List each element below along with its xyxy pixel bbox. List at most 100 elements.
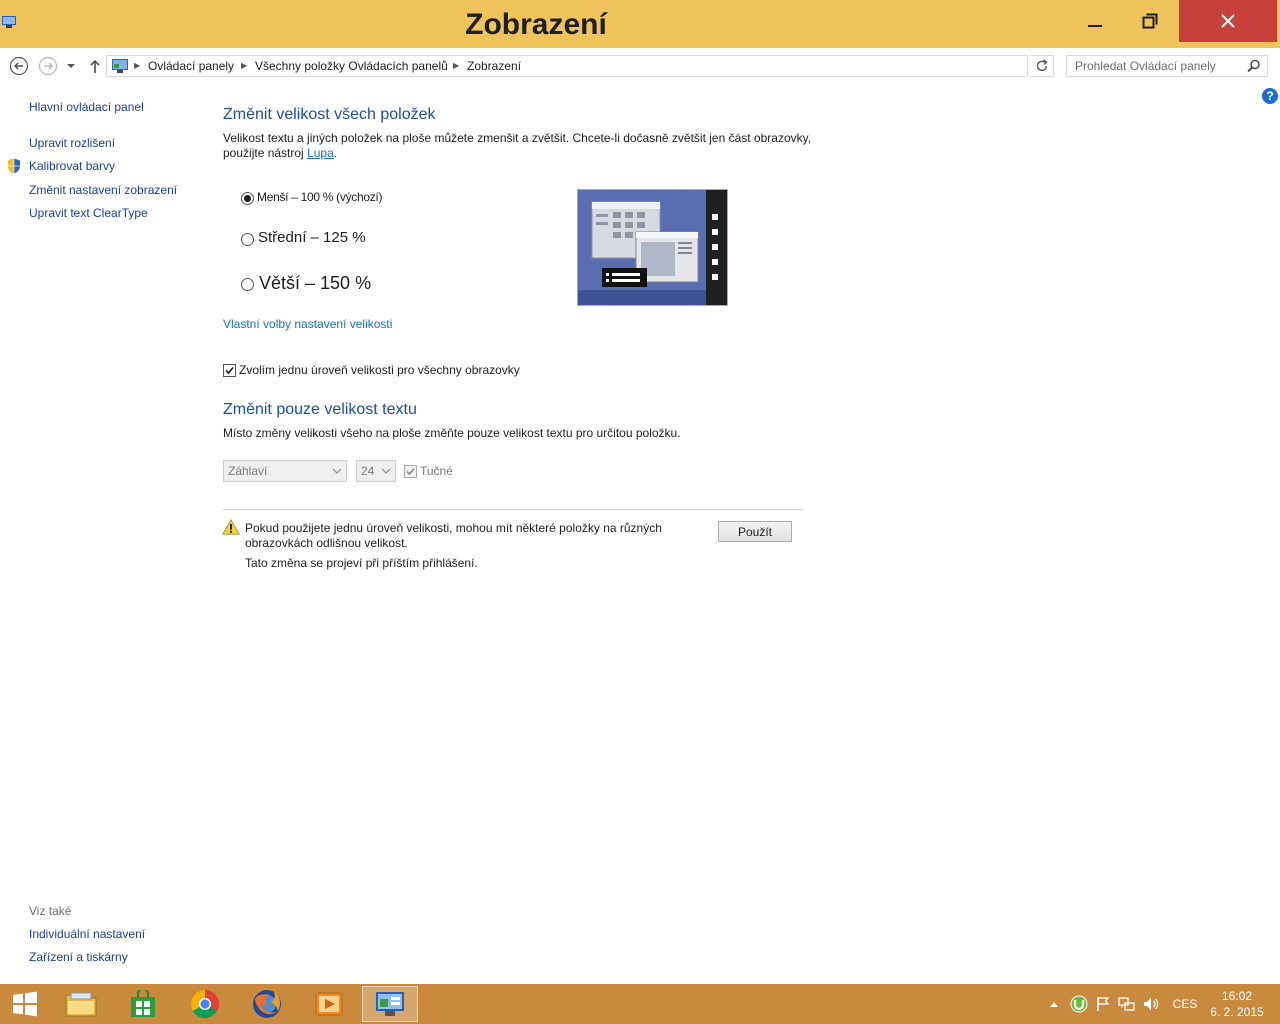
clock-time: 16:02 xyxy=(1221,989,1253,1003)
input-language-indicator[interactable]: CES xyxy=(1166,984,1204,1024)
taskbar: CES 16:02 6. 2. 2015 xyxy=(0,984,1280,1024)
apply-button[interactable]: Použít xyxy=(718,521,792,542)
radio-medium-label: Střední – 125 % xyxy=(258,229,366,246)
search-box xyxy=(1066,55,1268,77)
warning-icon xyxy=(222,519,240,535)
warning-line3: Tato změna se projeví při příštím přihlá… xyxy=(245,556,478,570)
breadcrumb-control-panel[interactable]: Ovládací panely xyxy=(148,59,234,73)
checkmark-icon xyxy=(406,467,415,476)
window-title: Zobrazení xyxy=(465,8,607,41)
sidebar-adjust-cleartype[interactable]: Upravit text ClearType xyxy=(29,206,148,220)
radio-medium[interactable] xyxy=(241,233,254,246)
description-text-only: Místo změny velikosti všeho na ploše změ… xyxy=(223,426,681,440)
breadcrumb-separator-icon: ▶ xyxy=(134,61,141,70)
sidebar-devices-printers[interactable]: Zařízení a tiskárny xyxy=(29,950,128,964)
store-icon xyxy=(131,990,155,1017)
checkmark-icon xyxy=(225,366,234,375)
breadcrumb-display[interactable]: Zobrazení xyxy=(467,59,521,73)
tray-volume[interactable] xyxy=(1140,984,1162,1024)
network-icon xyxy=(1118,997,1135,1011)
tray-network[interactable] xyxy=(1116,984,1138,1024)
taskbar-firefox[interactable] xyxy=(239,986,295,1022)
restore-button[interactable] xyxy=(1127,0,1173,42)
section-divider xyxy=(223,509,803,510)
sidebar-personalization[interactable]: Individuální nastavení xyxy=(29,927,145,941)
font-size-select[interactable]: 24 xyxy=(356,460,396,482)
description-end: . xyxy=(333,146,338,160)
one-level-checkbox-label: Zvolím jednu úroveň velikosti pro všechn… xyxy=(239,363,520,377)
sidebar-calibrate-color[interactable]: Kalibrovat barvy xyxy=(29,159,115,173)
item-select-value: Záhlaví xyxy=(228,464,268,478)
minimize-button[interactable] xyxy=(1072,0,1118,42)
bold-checkbox-label: Tučné xyxy=(420,464,453,478)
control-panel-icon xyxy=(112,59,128,73)
taskbar-file-explorer[interactable] xyxy=(53,986,109,1022)
breadcrumb-separator-icon: ▶ xyxy=(453,61,460,70)
navigation-bar: ▶ Ovládací panely ▶ Všechny položky Ovlá… xyxy=(0,48,1280,84)
heading-change-size-all: Změnit velikost všech položek xyxy=(223,106,436,123)
address-bar[interactable]: ▶ Ovládací panely ▶ Všechny položky Ovlá… xyxy=(106,55,1128,77)
custom-sizing-link[interactable]: Vlastní volby nastavení velikosti xyxy=(223,317,392,331)
warning-line2: obrazovkách odlišnou velikost. xyxy=(245,536,408,550)
radio-smaller[interactable] xyxy=(241,192,254,205)
tray-action-center[interactable] xyxy=(1092,984,1114,1024)
refresh-button[interactable] xyxy=(1030,55,1054,77)
firefox-icon xyxy=(253,990,281,1018)
start-button[interactable] xyxy=(0,986,50,1022)
back-arrow-icon xyxy=(9,56,29,76)
breadcrumb-separator-icon: ▶ xyxy=(241,61,248,70)
chrome-icon xyxy=(191,990,219,1018)
description-change-size: Velikost textu a jiných položek na ploše… xyxy=(223,131,813,161)
taskbar-control-panel[interactable] xyxy=(362,986,418,1022)
help-icon[interactable]: ? xyxy=(1262,88,1278,104)
size-preview-image xyxy=(577,189,728,306)
title-bar: Zobrazení xyxy=(0,0,1280,48)
radio-smaller-label: Menší – 100 % (výchozí) xyxy=(257,190,383,204)
search-icon[interactable] xyxy=(1247,59,1261,73)
desktop-preview-icon xyxy=(578,190,727,305)
bold-checkbox[interactable] xyxy=(404,465,417,478)
clock[interactable]: 16:02 6. 2. 2015 xyxy=(1206,988,1268,1020)
restore-icon xyxy=(1142,13,1158,29)
up-button[interactable] xyxy=(84,55,106,77)
tray-utorrent[interactable] xyxy=(1068,984,1090,1024)
sidebar-control-panel-home[interactable]: Hlavní ovládací panel xyxy=(29,100,144,114)
radio-larger[interactable] xyxy=(241,278,254,291)
taskbar-store[interactable] xyxy=(115,986,171,1022)
chevron-down-icon xyxy=(332,468,342,474)
forward-button[interactable] xyxy=(37,55,59,77)
show-hidden-icons-button[interactable] xyxy=(1046,984,1062,1024)
chevron-up-icon xyxy=(1050,1001,1058,1007)
breadcrumb-all-items[interactable]: Všechny položky Ovládacích panelů xyxy=(255,59,448,73)
up-arrow-icon xyxy=(90,59,100,73)
description-line2: použijte nástroj xyxy=(223,146,304,160)
taskbar-media-player[interactable] xyxy=(301,986,357,1022)
warning-line1: Pokud použijete jednu úroveň velikosti, … xyxy=(245,521,662,535)
see-also-label: Viz také xyxy=(29,904,72,918)
recent-locations-button[interactable] xyxy=(62,55,80,77)
heading-change-text-only: Změnit pouze velikost textu xyxy=(223,401,417,418)
clock-date: 6. 2. 2015 xyxy=(1210,1005,1264,1019)
search-input[interactable] xyxy=(1067,56,1243,76)
font-size-select-value: 24 xyxy=(361,464,375,478)
back-button[interactable] xyxy=(8,55,30,77)
minimize-icon xyxy=(1088,25,1102,27)
utorrent-icon xyxy=(1070,995,1088,1013)
radio-larger-label: Větší – 150 % xyxy=(259,273,372,293)
taskbar-chrome[interactable] xyxy=(177,986,233,1022)
speaker-icon xyxy=(1144,998,1159,1010)
control-panel-icon xyxy=(376,992,404,1016)
folder-icon xyxy=(65,992,97,1017)
description-line1: Velikost textu a jiných položek na ploše… xyxy=(223,131,812,145)
chevron-down-icon xyxy=(381,468,391,474)
item-select[interactable]: Záhlaví xyxy=(223,460,347,482)
sidebar-adjust-resolution[interactable]: Upravit rozlišení xyxy=(29,136,115,150)
media-player-icon xyxy=(315,992,343,1016)
close-button[interactable] xyxy=(1179,0,1277,42)
sidebar-change-display-settings[interactable]: Změnit nastavení zobrazení xyxy=(29,183,177,197)
magnifier-link[interactable]: Lupa xyxy=(307,146,334,160)
close-icon xyxy=(1221,14,1235,28)
flag-icon xyxy=(1097,997,1110,1011)
chevron-down-icon xyxy=(67,64,75,68)
one-level-checkbox[interactable] xyxy=(223,364,236,377)
